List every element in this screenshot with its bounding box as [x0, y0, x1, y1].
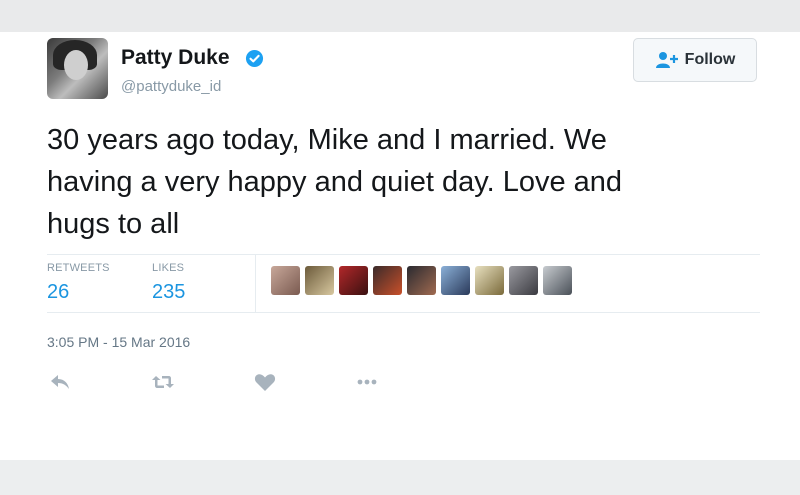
liker-avatar[interactable]: [373, 266, 402, 295]
more-icon[interactable]: [355, 370, 379, 394]
liker-avatar[interactable]: [509, 266, 538, 295]
liker-avatar[interactable]: [407, 266, 436, 295]
stats-separator: [255, 254, 256, 312]
top-background-strip: [0, 0, 800, 32]
retweets-count[interactable]: 26: [47, 281, 69, 304]
tweet-timestamp[interactable]: 3:05 PM - 15 Mar 2016: [47, 334, 190, 350]
stats-top-divider: [47, 254, 760, 255]
liker-avatar[interactable]: [339, 266, 368, 295]
tweet-text: 30 years ago today, Mike and I married. …: [47, 124, 623, 240]
follow-button[interactable]: Follow: [633, 38, 757, 82]
likers-avatars: [271, 266, 572, 295]
tweet-card: [0, 32, 800, 460]
likes-count[interactable]: 235: [152, 281, 185, 304]
retweet-icon[interactable]: [151, 370, 175, 394]
stats-bottom-divider: [47, 312, 760, 313]
reply-icon[interactable]: [48, 370, 72, 394]
liker-avatar[interactable]: [271, 266, 300, 295]
liker-avatar[interactable]: [475, 266, 504, 295]
retweets-label: RETWEETS: [47, 262, 110, 274]
liker-avatar[interactable]: [543, 266, 572, 295]
follow-button-label: Follow: [684, 51, 736, 68]
likes-label: LIKES: [152, 262, 185, 274]
liker-avatar[interactable]: [441, 266, 470, 295]
like-icon[interactable]: [253, 370, 277, 394]
verified-badge-icon: [245, 49, 264, 68]
author-name[interactable]: Patty Duke: [121, 46, 230, 70]
liker-avatar[interactable]: [305, 266, 334, 295]
author-avatar[interactable]: [47, 38, 108, 99]
author-handle[interactable]: @pattyduke_id: [121, 78, 221, 95]
bottom-background-strip: [0, 460, 800, 495]
follow-person-icon: [655, 52, 678, 68]
